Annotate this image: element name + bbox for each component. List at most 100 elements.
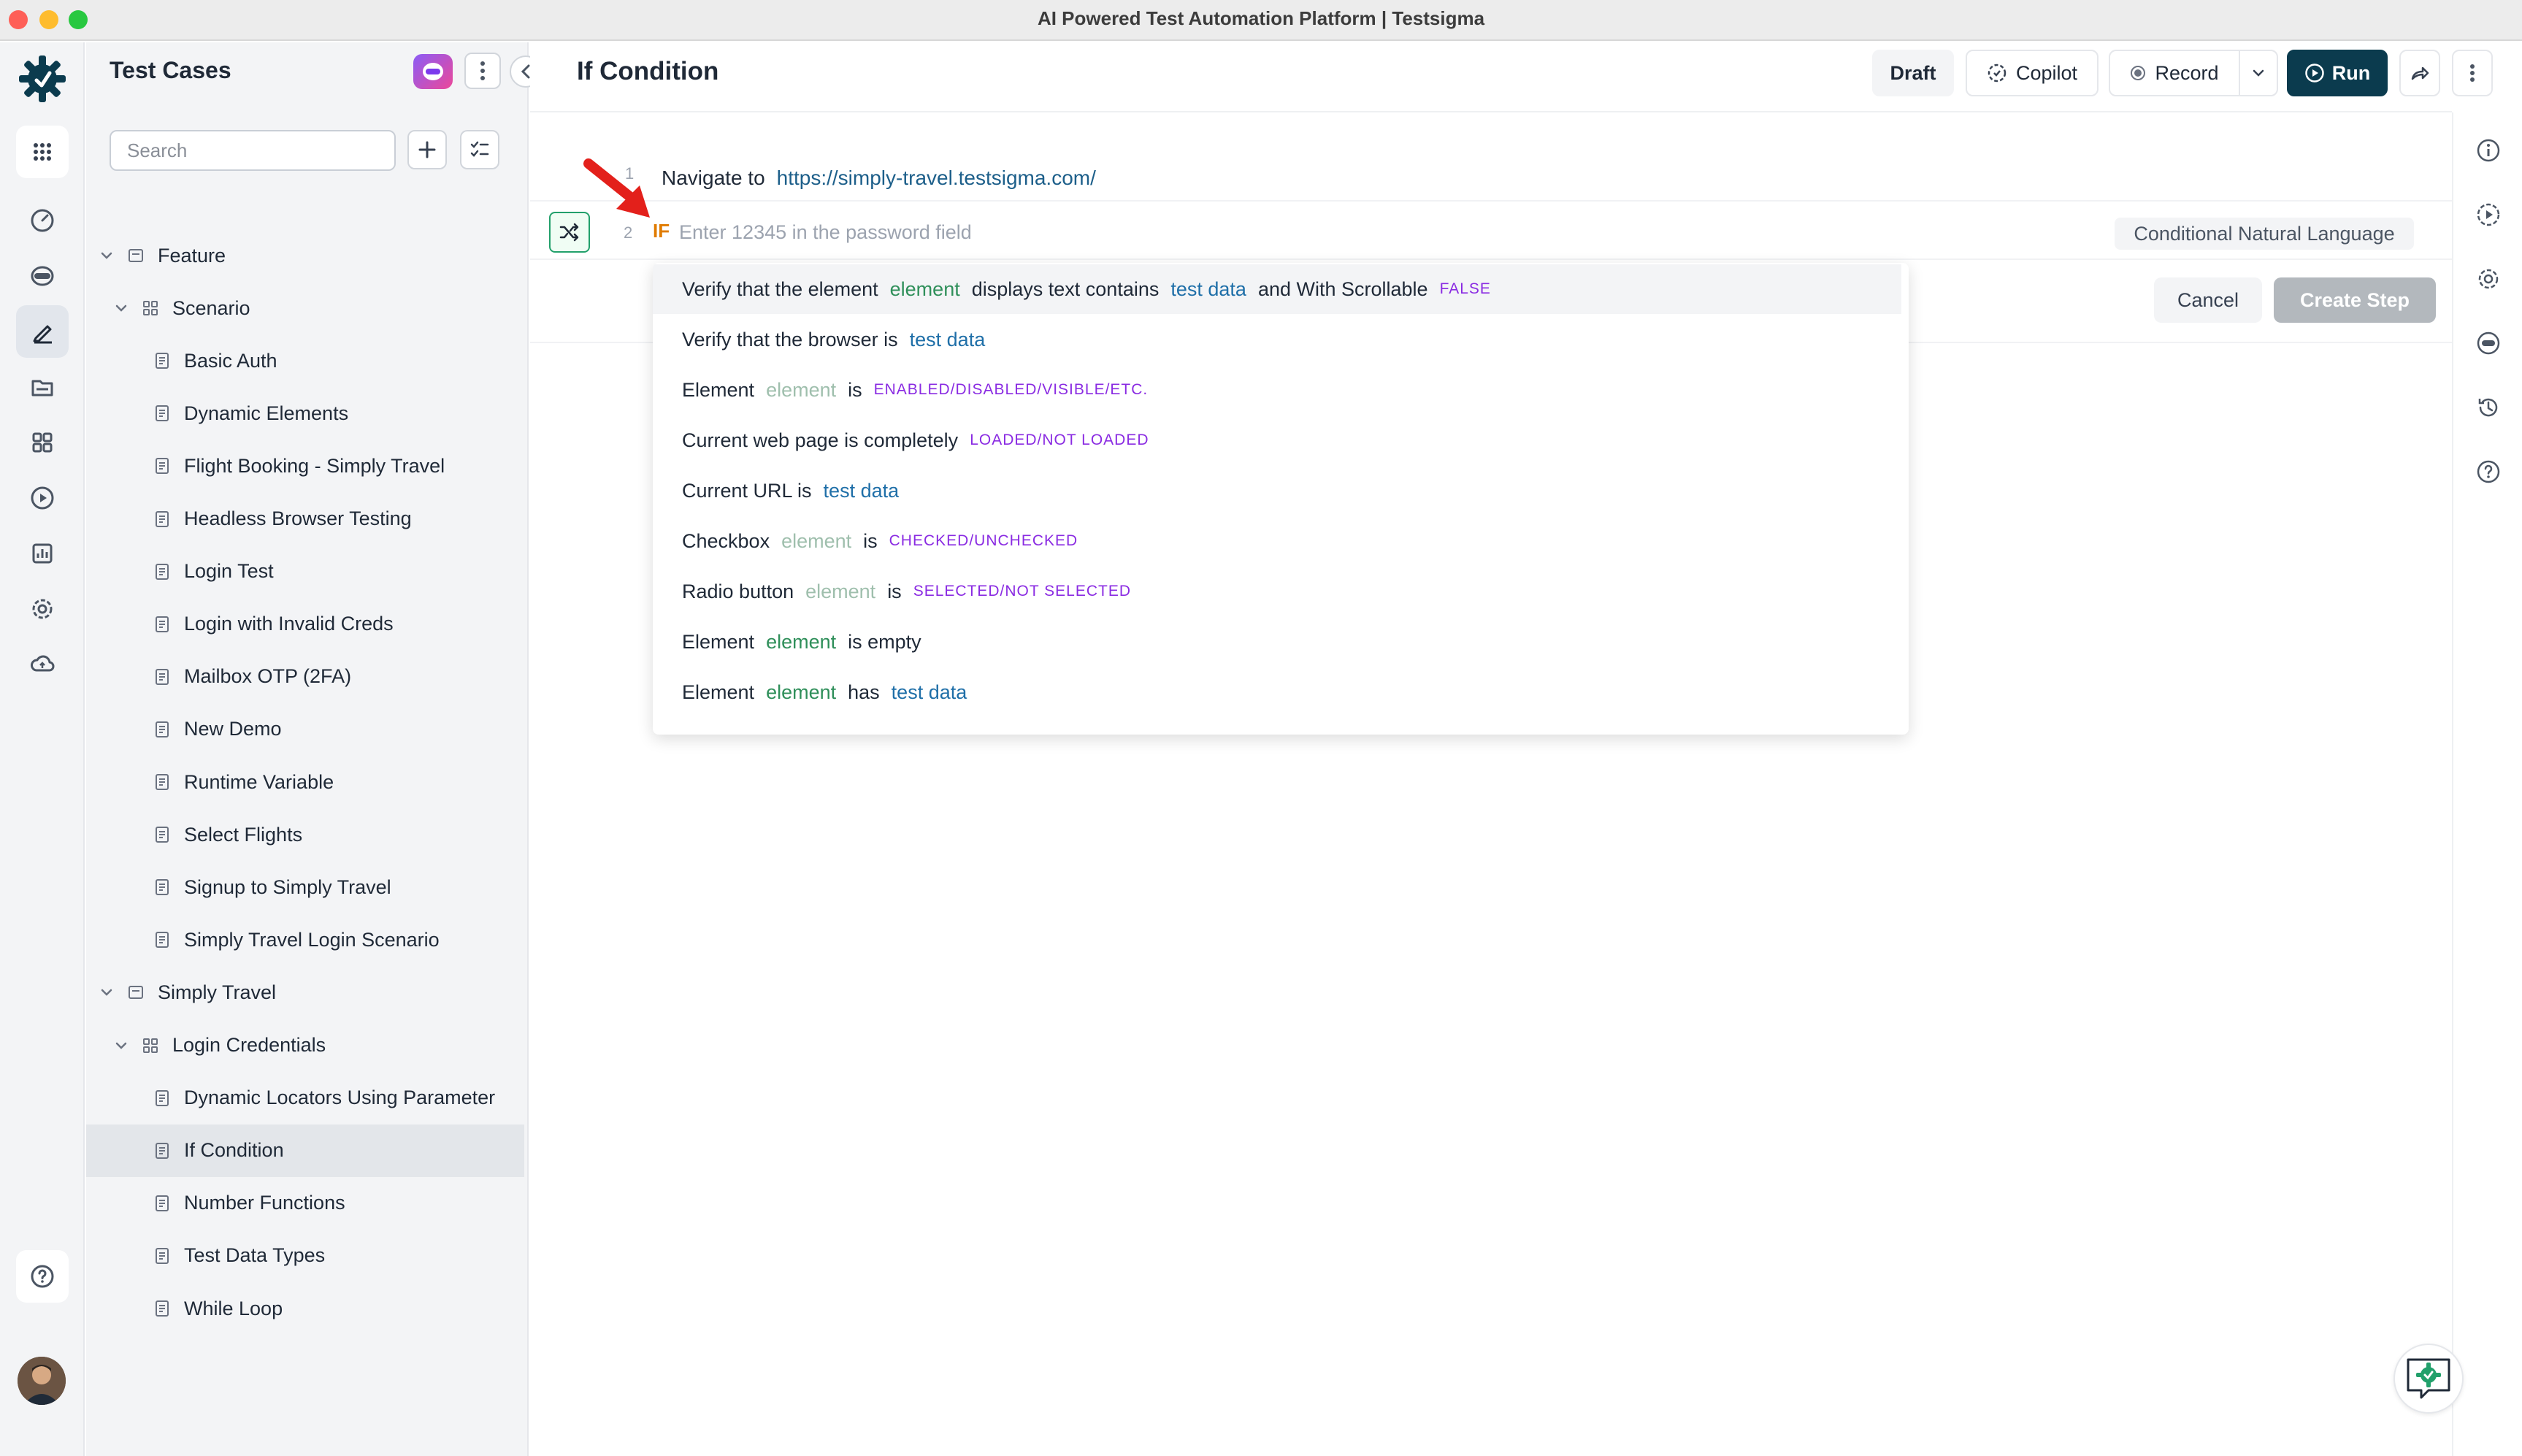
record-options-button[interactable] bbox=[2239, 50, 2278, 96]
page-title: If Condition bbox=[577, 57, 719, 85]
search-input[interactable] bbox=[110, 130, 396, 171]
tree-item-label: While Loop bbox=[184, 1297, 283, 1319]
test-case-icon bbox=[153, 1089, 171, 1107]
test-data-icon[interactable] bbox=[16, 361, 69, 413]
tree-test-case[interactable]: While Loop bbox=[86, 1282, 524, 1335]
chat-assistant-icon bbox=[2405, 1357, 2452, 1401]
tree-test-case[interactable]: Runtime Variable bbox=[86, 756, 524, 808]
settings-icon[interactable] bbox=[16, 583, 69, 635]
copilot-button[interactable]: Copilot bbox=[1966, 50, 2099, 96]
tree-scenario[interactable]: Scenario bbox=[86, 282, 524, 334]
tree-feature[interactable]: Feature bbox=[86, 229, 524, 282]
attribute-placeholder: attribute bbox=[968, 732, 1040, 735]
tree-scenario[interactable]: Login Credentials bbox=[86, 1019, 524, 1072]
runs-icon[interactable] bbox=[16, 472, 69, 524]
step-url[interactable]: https://simply-travel.testsigma.com/ bbox=[777, 166, 1096, 190]
tree-test-case[interactable]: Dynamic Elements bbox=[86, 387, 524, 440]
step-mode-selector[interactable]: Conditional Natural Language bbox=[2115, 218, 2414, 250]
tree-test-case[interactable]: Simply Travel Login Scenario bbox=[86, 913, 524, 966]
tree-item-label: Number Functions bbox=[184, 1192, 345, 1214]
dry-run-icon[interactable] bbox=[2475, 202, 2502, 228]
chat-assistant-button[interactable] bbox=[2393, 1344, 2464, 1414]
suggestion-item[interactable]: Element element is empty bbox=[653, 617, 1894, 667]
play-icon bbox=[2304, 63, 2325, 83]
suggestion-item[interactable]: Element element has test data bbox=[653, 667, 1894, 717]
tree-item-label: Dynamic Elements bbox=[184, 402, 349, 424]
panel-menu-button[interactable] bbox=[464, 53, 501, 89]
test-case-icon bbox=[153, 773, 171, 791]
dashboard-icon[interactable] bbox=[16, 194, 69, 247]
tree-item-label: Login Test bbox=[184, 560, 274, 583]
suggestion-item[interactable]: Current URL is test data bbox=[653, 466, 1894, 516]
create-step-button[interactable]: Create Step bbox=[2274, 277, 2436, 323]
agent-icon[interactable] bbox=[16, 250, 69, 302]
tree-test-case[interactable]: Login Test bbox=[86, 545, 524, 598]
help-icon[interactable] bbox=[2475, 459, 2502, 485]
element-placeholder: element bbox=[766, 378, 837, 401]
suggestion-item[interactable]: Radio button element is SELECTED/NOT SELECT… bbox=[653, 567, 1894, 616]
suggestion-item[interactable]: Verify that the element element displays t… bbox=[653, 264, 1901, 314]
test-cases-icon[interactable] bbox=[16, 305, 69, 358]
tree-item-label: Login with Invalid Creds bbox=[184, 613, 394, 635]
history-icon[interactable] bbox=[2475, 394, 2502, 421]
test-case-icon bbox=[153, 826, 171, 843]
test-data-placeholder: test data bbox=[1148, 732, 1224, 735]
help-icon[interactable] bbox=[16, 1250, 69, 1303]
tree-test-case[interactable]: Mailbox OTP (2FA) bbox=[86, 651, 524, 703]
suggestion-item[interactable]: Verify that the browser is test data bbox=[653, 315, 1894, 364]
suggestion-item[interactable]: Checkbox element is CHECKED/UNCHECKED bbox=[653, 516, 1894, 566]
test-case-icon bbox=[153, 931, 171, 949]
suggestion-item[interactable]: Element element has attribute attribute and … bbox=[653, 718, 1894, 735]
element-placeholder: element bbox=[889, 277, 960, 300]
settings-icon[interactable] bbox=[2475, 266, 2502, 292]
chevron-down-icon[interactable] bbox=[98, 247, 115, 264]
info-icon[interactable] bbox=[2475, 137, 2502, 164]
chevron-down-icon[interactable] bbox=[112, 1037, 130, 1054]
step-row[interactable]: Navigate to https://simply-travel.testsi… bbox=[662, 159, 1742, 197]
tree-test-case[interactable]: Dynamic Locators Using Parameter bbox=[86, 1072, 524, 1124]
bulk-select-button[interactable] bbox=[460, 130, 499, 169]
suggestion-item[interactable]: Element element is ENABLED/DISABLED/VISIBLE… bbox=[653, 365, 1894, 415]
chevron-down-icon[interactable] bbox=[98, 984, 115, 1001]
header-divider bbox=[530, 111, 2452, 112]
add-test-case-button[interactable] bbox=[407, 130, 447, 169]
ai-agent-icon[interactable] bbox=[413, 54, 453, 89]
test-case-icon bbox=[153, 1247, 171, 1265]
tree-test-case[interactable]: Test Data Types bbox=[86, 1230, 524, 1282]
suggestion-text: and With Scrollable bbox=[1257, 277, 1428, 300]
more-options-button[interactable] bbox=[2452, 50, 2493, 96]
user-avatar[interactable] bbox=[18, 1357, 66, 1405]
tree-test-case[interactable]: Number Functions bbox=[86, 1177, 524, 1230]
suggestion-text: Element bbox=[682, 378, 755, 401]
cancel-button[interactable]: Cancel bbox=[2154, 277, 2262, 323]
tree-test-case[interactable]: New Demo bbox=[86, 703, 524, 756]
tree-feature[interactable]: Simply Travel bbox=[86, 966, 524, 1019]
tree-item-label: Signup to Simply Travel bbox=[184, 875, 391, 898]
testsigma-logo-icon[interactable] bbox=[15, 51, 70, 107]
reports-icon[interactable] bbox=[16, 527, 69, 580]
suggestion-text: is bbox=[863, 529, 878, 552]
record-button[interactable]: Record bbox=[2109, 50, 2240, 96]
tree-test-case[interactable]: If Condition bbox=[86, 1124, 524, 1177]
test-data-placeholder: test data bbox=[1170, 277, 1246, 300]
option-placeholder: LOADED/NOT LOADED bbox=[970, 432, 1149, 448]
tree-item-label: Flight Booking - Simply Travel bbox=[184, 454, 445, 477]
share-button[interactable] bbox=[2399, 50, 2440, 96]
tree-test-case[interactable]: Login with Invalid Creds bbox=[86, 598, 524, 651]
tree-test-case[interactable]: Signup to Simply Travel bbox=[86, 861, 524, 913]
apps-grid-icon[interactable] bbox=[16, 126, 69, 178]
uploads-icon[interactable] bbox=[16, 638, 69, 691]
test-case-icon bbox=[153, 616, 171, 633]
tree-test-case[interactable]: Headless Browser Testing bbox=[86, 493, 524, 545]
tree-test-case[interactable]: Select Flights bbox=[86, 808, 524, 861]
test-data-placeholder: test data bbox=[823, 479, 900, 502]
tree-test-case[interactable]: Basic Auth bbox=[86, 334, 524, 387]
tree-test-case[interactable]: Flight Booking - Simply Travel bbox=[86, 440, 524, 492]
chevron-down-icon[interactable] bbox=[112, 299, 130, 317]
suggestion-text: is bbox=[848, 378, 862, 401]
run-button[interactable]: Run bbox=[2287, 50, 2388, 96]
step-input[interactable] bbox=[679, 215, 1847, 250]
elements-icon[interactable] bbox=[16, 416, 69, 469]
suggestion-item[interactable]: Current web page is completely LOADED/NOT… bbox=[653, 415, 1894, 465]
agent-icon[interactable] bbox=[2475, 330, 2502, 356]
